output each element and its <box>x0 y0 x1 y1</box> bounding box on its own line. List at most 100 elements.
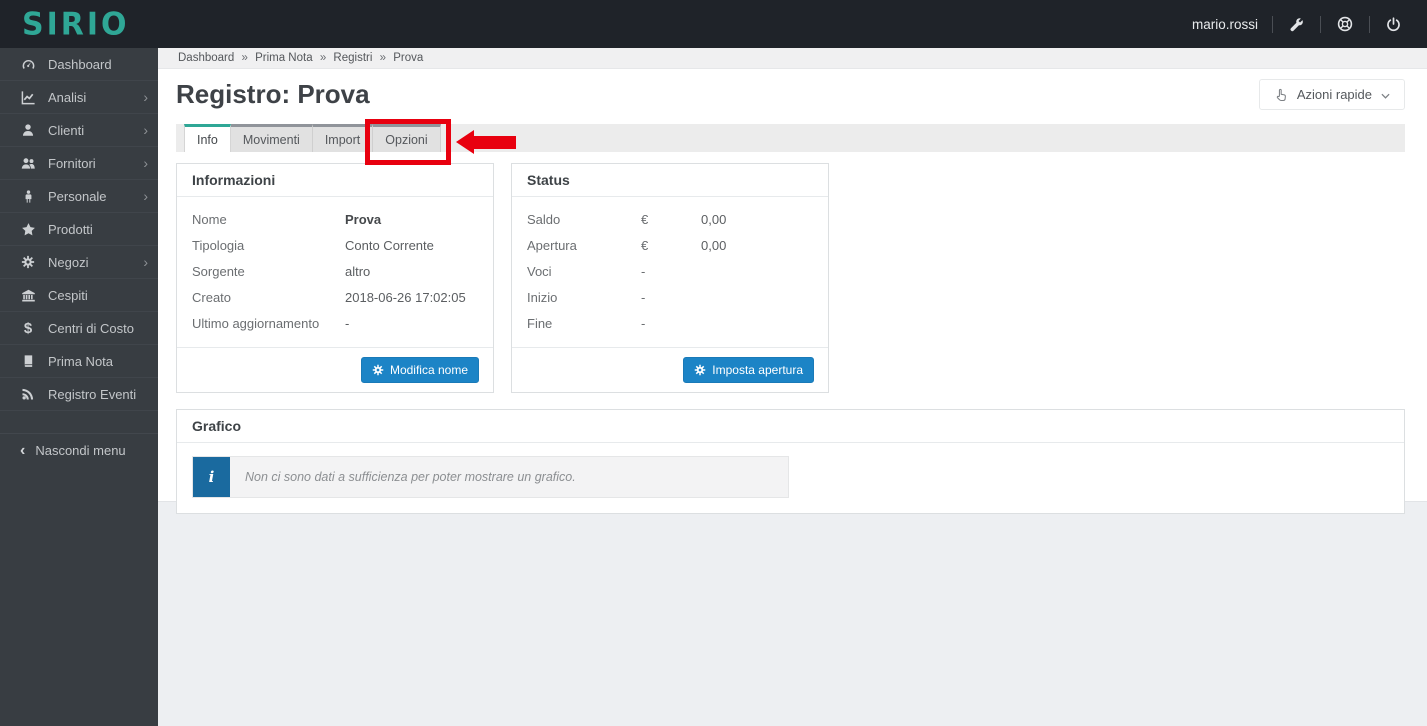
chevron-left-icon: ‹ <box>20 441 26 459</box>
chevron-right-icon: › <box>143 89 148 105</box>
sidebar-item-centri-di-costo[interactable]: $ Centri di Costo <box>0 312 158 345</box>
breadcrumb-separator: » <box>241 52 248 64</box>
row-value: 0,00 <box>701 212 727 227</box>
panel-grafico-body: i Non ci sono dati a sufficienza per pot… <box>177 443 1404 513</box>
wrench-icon <box>1289 17 1304 32</box>
imposta-apertura-button[interactable]: Imposta apertura <box>683 357 814 383</box>
quick-actions-button[interactable]: Azioni rapide <box>1258 79 1405 110</box>
users-group-icon <box>20 156 36 171</box>
dollar-icon: $ <box>23 319 33 337</box>
currency-symbol: € <box>641 212 649 227</box>
sidebar-item-negozi[interactable]: Negozi › <box>0 246 158 279</box>
arrow-shaft <box>473 135 516 149</box>
panel-informazioni-body: Nome Prova Tipologia Conto Corrente Sorg… <box>177 197 493 347</box>
breadcrumb-item-prova: Prova <box>393 52 424 64</box>
gear-icon <box>20 255 36 269</box>
panel-status-title: Status <box>512 164 828 197</box>
sidebar-item-label: Personale <box>48 188 107 204</box>
breadcrumb-separator: » <box>379 52 387 64</box>
topbar-actions: mario.rossi <box>1192 14 1403 34</box>
chevron-right-icon: › <box>143 155 148 171</box>
imposta-apertura-label: Imposta apertura <box>712 363 803 377</box>
panel-informazioni-footer: Modifica nome <box>177 347 493 392</box>
tab-info[interactable]: Info <box>184 124 231 152</box>
gear-icon <box>372 364 384 376</box>
sidebar-item-clienti[interactable]: Clienti › <box>0 114 158 147</box>
chevron-right-icon: › <box>143 188 148 204</box>
row-value: Conto Corrente <box>345 238 434 253</box>
gear-icon <box>694 364 706 376</box>
panel-status: Status Saldo € 0,00 Apertura € 0,00 Voci <box>511 163 829 393</box>
chevron-right-icon: › <box>143 254 148 270</box>
row-value: 2018-06-26 17:02:05 <box>345 290 466 305</box>
sidebar-item-registro-eventi[interactable]: Registro Eventi <box>0 378 158 411</box>
sidebar-item-prodotti[interactable]: Prodotti <box>0 213 158 246</box>
panel-informazioni-title: Informazioni <box>177 164 493 197</box>
settings-wrench-button[interactable] <box>1287 15 1306 34</box>
panel-grafico-title: Grafico <box>177 410 1404 443</box>
row-label: Sorgente <box>192 264 245 279</box>
arrow-head <box>455 130 474 154</box>
book-icon <box>20 354 36 368</box>
row-value: - <box>641 290 646 305</box>
life-ring-icon <box>1337 16 1353 32</box>
sidebar-item-personale[interactable]: Personale › <box>0 180 158 213</box>
breadcrumb-item-dashboard[interactable]: Dashboard <box>178 52 234 64</box>
row-value: - <box>641 264 646 279</box>
app-logo[interactable]: SIRIO <box>22 6 130 43</box>
panel-status-footer: Imposta apertura <box>512 347 828 392</box>
power-icon <box>1386 16 1401 32</box>
support-button[interactable] <box>1335 14 1355 34</box>
tab-opzioni[interactable]: Opzioni <box>365 119 516 165</box>
logout-button[interactable] <box>1384 15 1403 34</box>
sidebar-collapse-button[interactable]: ‹ Nascondi menu <box>0 433 158 467</box>
row-label: Voci <box>527 264 552 279</box>
topbar: SIRIO mario.rossi <box>0 0 1427 48</box>
topbar-divider <box>1369 15 1370 33</box>
annotation-arrow <box>455 130 516 154</box>
sidebar-item-label: Centri di Costo <box>48 320 134 336</box>
modifica-nome-label: Modifica nome <box>389 363 468 377</box>
status-row-inizio: Inizio - <box>527 289 813 306</box>
info-row-creato: Creato 2018-06-26 17:02:05 <box>192 289 478 306</box>
info-row-sorgente: Sorgente altro <box>192 263 478 280</box>
sidebar-item-fornitori[interactable]: Fornitori › <box>0 147 158 180</box>
modifica-nome-button[interactable]: Modifica nome <box>360 357 479 383</box>
sidebar-item-label: Fornitori <box>48 155 96 171</box>
topbar-divider <box>1320 15 1321 33</box>
row-value: Prova <box>345 212 382 227</box>
row-label: Apertura <box>527 238 577 253</box>
info-row-nome: Nome Prova <box>192 211 478 228</box>
sidebar-item-cespiti[interactable]: Cespiti <box>0 279 158 312</box>
info-row-tipologia: Tipologia Conto Corrente <box>192 237 478 254</box>
sidebar-item-dashboard[interactable]: Dashboard <box>0 48 158 81</box>
panel-grafico: Grafico i Non ci sono dati a sufficienza… <box>176 409 1405 514</box>
tab-movimenti[interactable]: Movimenti <box>229 124 313 152</box>
row-label: Inizio <box>527 290 558 305</box>
tab-import[interactable]: Import <box>311 124 374 152</box>
page-body: Registro: Prova Azioni rapide Info Movim… <box>158 69 1427 514</box>
sidebar-item-label: Registro Eventi <box>48 386 137 402</box>
panels-row: Informazioni Nome Prova Tipologia Conto … <box>176 163 1405 393</box>
tab-bar: Info Movimenti Import Opzioni <box>176 119 1405 165</box>
breadcrumb-item-prima-nota[interactable]: Prima Nota <box>255 52 313 64</box>
chevron-down-icon <box>1381 93 1390 99</box>
bank-icon <box>20 288 36 303</box>
line-chart-icon <box>20 90 36 105</box>
status-row-apertura: Apertura € 0,00 <box>527 237 813 254</box>
row-value: - <box>345 316 350 331</box>
person-icon <box>20 189 36 203</box>
row-label: Nome <box>192 212 227 227</box>
main-content: Dashboard » Prima Nota » Registri » Prov… <box>158 48 1427 726</box>
info-row-ultimo-aggiornamento: Ultimo aggiornamento - <box>192 315 478 332</box>
breadcrumb: Dashboard » Prima Nota » Registri » Prov… <box>158 48 1427 69</box>
sidebar-item-analisi[interactable]: Analisi › <box>0 81 158 114</box>
chevron-right-icon: › <box>143 122 148 138</box>
no-data-alert: i Non ci sono dati a sufficienza per pot… <box>192 456 789 498</box>
status-row-voci: Voci - <box>527 263 813 280</box>
username[interactable]: mario.rossi <box>1192 17 1258 32</box>
breadcrumb-item-registri[interactable]: Registri <box>333 52 372 64</box>
sidebar-item-label: Cespiti <box>48 287 88 303</box>
sidebar-item-prima-nota[interactable]: Prima Nota <box>0 345 158 378</box>
sidebar-item-label: Analisi <box>48 89 87 105</box>
